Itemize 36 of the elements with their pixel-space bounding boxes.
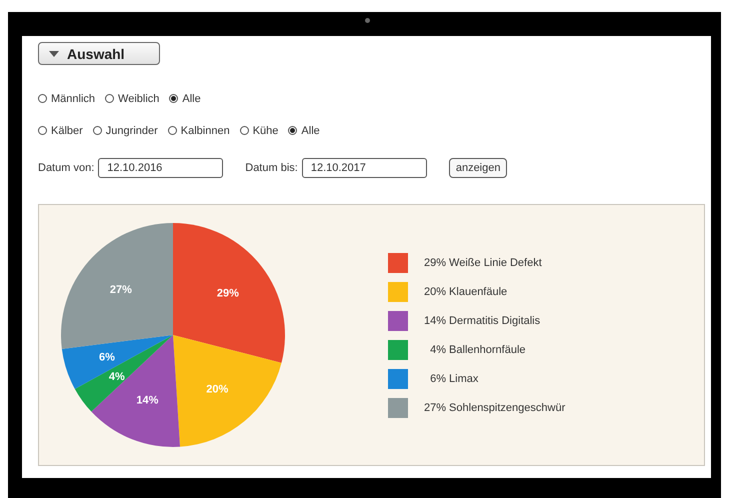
camera-dot [364,18,370,23]
legend-label: 6% Limax [429,372,478,384]
legend-label: 14% Dermatitis Digitalis [422,314,540,326]
radio-label: Männlich [51,92,96,104]
radio-label: Kälber [51,124,83,136]
radio-option[interactable]: Kühe [240,124,278,136]
date-to-field[interactable]: 12.10.2017 [302,158,427,178]
slice-label: 27% [110,284,132,296]
radio-label: Alle [301,124,320,136]
radio-option[interactable]: Kälber [38,124,83,136]
radio-label: Alle [182,92,201,104]
slice-label: 14% [136,394,158,407]
radio-option[interactable]: Alle [169,92,201,104]
radio-option[interactable]: Kalbinnen [168,124,230,136]
radio-label: Kalbinnen [180,124,230,136]
caret-icon [49,50,59,56]
radio-option[interactable]: Weiblich [105,92,160,104]
legend-label: 20% Klauenfäule [422,286,508,298]
date-to-label: Datum bis: [245,162,298,174]
slice-label: 29% [216,287,239,300]
slice-label: 20% [206,384,228,396]
show-button[interactable]: anzeigen [448,158,508,178]
radio-option[interactable]: Alle [288,124,320,136]
radio-label: Kühe [252,124,278,136]
radio-option[interactable]: Jungrinder [92,124,158,136]
radio-option[interactable]: Männlich [38,92,96,104]
legend-label: 29% Weiße Linie Defekt [422,256,542,268]
date-from-label: Datum von: [38,162,94,174]
legend-label: 27% Sohlenspitzengeschwür [422,402,566,414]
slice-label: 6% [99,351,115,364]
auswahl-toggle[interactable]: Auswahl [38,42,160,65]
legend-label: 4% Ballenhornfäule [429,344,526,356]
slice-label: 4% [108,370,125,383]
radio-label: Jungrinder [106,124,158,136]
radio-label: Weiblich [118,92,160,104]
date-from-field[interactable]: 12.10.2016 [98,158,224,178]
